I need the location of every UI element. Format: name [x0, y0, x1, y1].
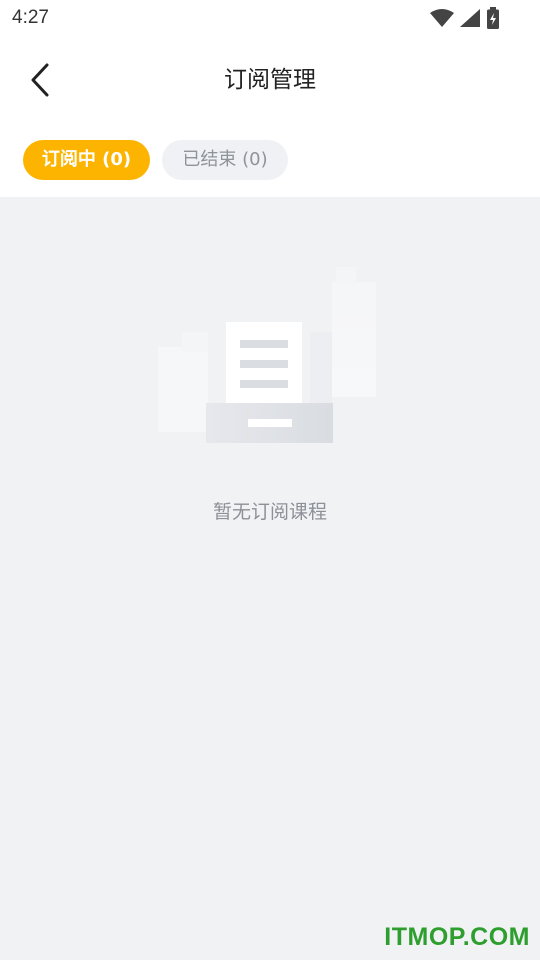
header: 订阅管理 [0, 36, 540, 124]
empty-document-icon [158, 267, 376, 443]
empty-state-message: 暂无订阅课程 [212, 501, 327, 523]
battery-icon [487, 7, 499, 29]
tab-subscribed[interactable]: 订阅中 (0) [23, 140, 150, 180]
watermark: ITMOP.COM [384, 923, 530, 951]
tab-ended[interactable]: 已结束 (0) [162, 140, 288, 180]
signal-icon [460, 9, 480, 27]
tab-bar: 订阅中 (0) 已结束 (0) [0, 124, 540, 197]
page-title: 订阅管理 [224, 67, 316, 93]
wifi-icon [430, 9, 454, 27]
status-time: 4:27 [12, 7, 49, 28]
status-icons [430, 7, 500, 29]
status-bar: 4:27 [0, 0, 540, 36]
content-area: 暂无订阅课程 [0, 197, 540, 960]
